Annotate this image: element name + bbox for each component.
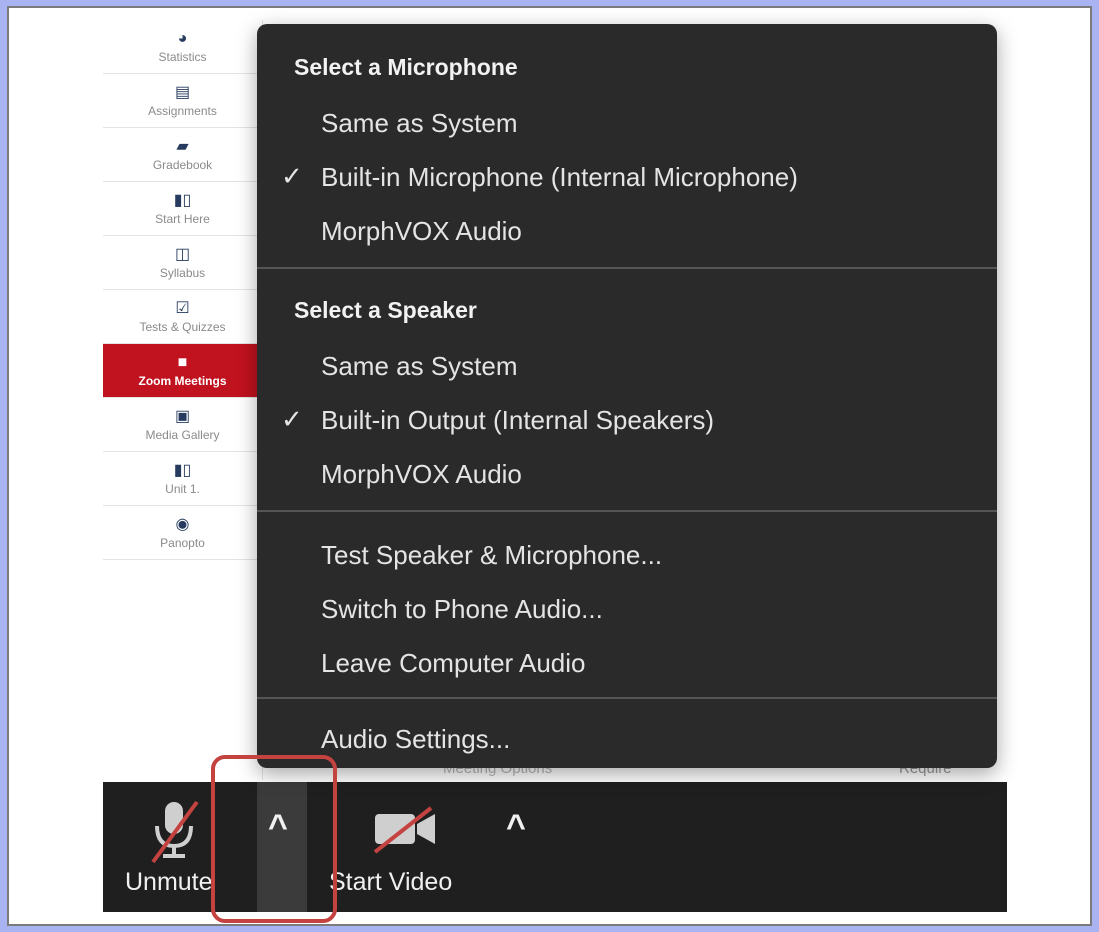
sidebar-item-label: Unit 1.	[165, 481, 200, 496]
sidebar-item-panopto[interactable]: ◉ Panopto	[103, 506, 262, 560]
sidebar-item-label: Tests & Quizzes	[139, 319, 226, 334]
open-book-icon: ▮▯	[173, 461, 192, 479]
pie-chart-icon: ◕	[177, 29, 188, 47]
course-sidebar: ◕ Statistics ▤ Assignments ▰ Gradebook ▮…	[103, 20, 263, 780]
app-frame: ◕ Statistics ▤ Assignments ▰ Gradebook ▮…	[7, 6, 1092, 926]
sidebar-item-media-gallery[interactable]: ▣ Media Gallery	[103, 398, 262, 452]
checkmark-icon: ✓	[281, 404, 303, 434]
panopto-icon: ◉	[175, 515, 190, 533]
unmute-label: Unmute	[125, 868, 213, 896]
speaker-section-heading: Select a Speaker	[294, 297, 477, 323]
sidebar-item-label: Statistics	[158, 49, 207, 64]
menu-divider	[257, 697, 997, 699]
sidebar-item-unit-1[interactable]: ▮▯ Unit 1.	[103, 452, 262, 506]
open-book-icon: ▮▯	[173, 191, 192, 209]
menu-divider	[257, 510, 997, 512]
highlight-annotation	[211, 755, 337, 923]
sidebar-item-label: Zoom Meetings	[138, 373, 227, 388]
test-speaker-microphone-item[interactable]: Test Speaker & Microphone...	[321, 540, 662, 571]
switch-to-phone-audio-item[interactable]: Switch to Phone Audio...	[321, 594, 603, 625]
audio-settings-item[interactable]: Audio Settings...	[321, 724, 510, 755]
sidebar-item-start-here[interactable]: ▮▯ Start Here	[103, 182, 262, 236]
start-video-label: Start Video	[329, 868, 453, 896]
sidebar-item-label: Media Gallery	[145, 427, 220, 442]
sidebar-item-assignments[interactable]: ▤ Assignments	[103, 74, 262, 128]
speaker-option-built-in[interactable]: Built-in Output (Internal Speakers)	[321, 405, 714, 436]
book-icon: ▰	[176, 137, 189, 155]
sidebar-item-syllabus[interactable]: ◫ Syllabus	[103, 236, 262, 290]
video-off-icon	[373, 806, 435, 854]
sidebar-item-label: Start Here	[155, 211, 210, 226]
sidebar-item-label: Assignments	[148, 103, 217, 118]
menu-divider	[257, 267, 997, 269]
sidebar-item-label: Panopto	[160, 535, 205, 550]
speaker-option-morphvox[interactable]: MorphVOX Audio	[321, 459, 522, 490]
document-icon: ▤	[174, 83, 191, 101]
sidebar-item-tests-quizzes[interactable]: ☑ Tests & Quizzes	[103, 290, 262, 344]
audio-options-menu: Select a Microphone Same as System ✓ Bui…	[257, 24, 997, 768]
mic-option-morphvox[interactable]: MorphVOX Audio	[321, 216, 522, 247]
image-file-icon: ▣	[174, 407, 191, 425]
map-icon: ◫	[174, 245, 191, 263]
sidebar-item-label: Gradebook	[152, 157, 213, 172]
mic-option-built-in[interactable]: Built-in Microphone (Internal Microphone…	[321, 162, 798, 193]
muted-microphone-icon	[151, 800, 199, 864]
sidebar-item-statistics[interactable]: ◕ Statistics	[103, 20, 262, 74]
microphone-section-heading: Select a Microphone	[294, 54, 518, 80]
speaker-option-same-as-system[interactable]: Same as System	[321, 351, 518, 382]
start-video-button[interactable]: Start Video	[323, 782, 493, 912]
video-options-caret-button[interactable]: ^	[495, 782, 545, 872]
mic-option-same-as-system[interactable]: Same as System	[321, 108, 518, 139]
checkmark-icon: ✓	[281, 161, 303, 191]
sidebar-item-zoom-meetings[interactable]: ■ Zoom Meetings	[103, 344, 262, 398]
sidebar-item-gradebook[interactable]: ▰ Gradebook	[103, 128, 262, 182]
leave-computer-audio-item[interactable]: Leave Computer Audio	[321, 648, 586, 679]
checkbox-icon: ☑	[175, 299, 190, 317]
video-camera-icon: ■	[177, 353, 188, 371]
sidebar-item-label: Syllabus	[159, 265, 206, 280]
chevron-up-icon: ^	[506, 808, 526, 846]
